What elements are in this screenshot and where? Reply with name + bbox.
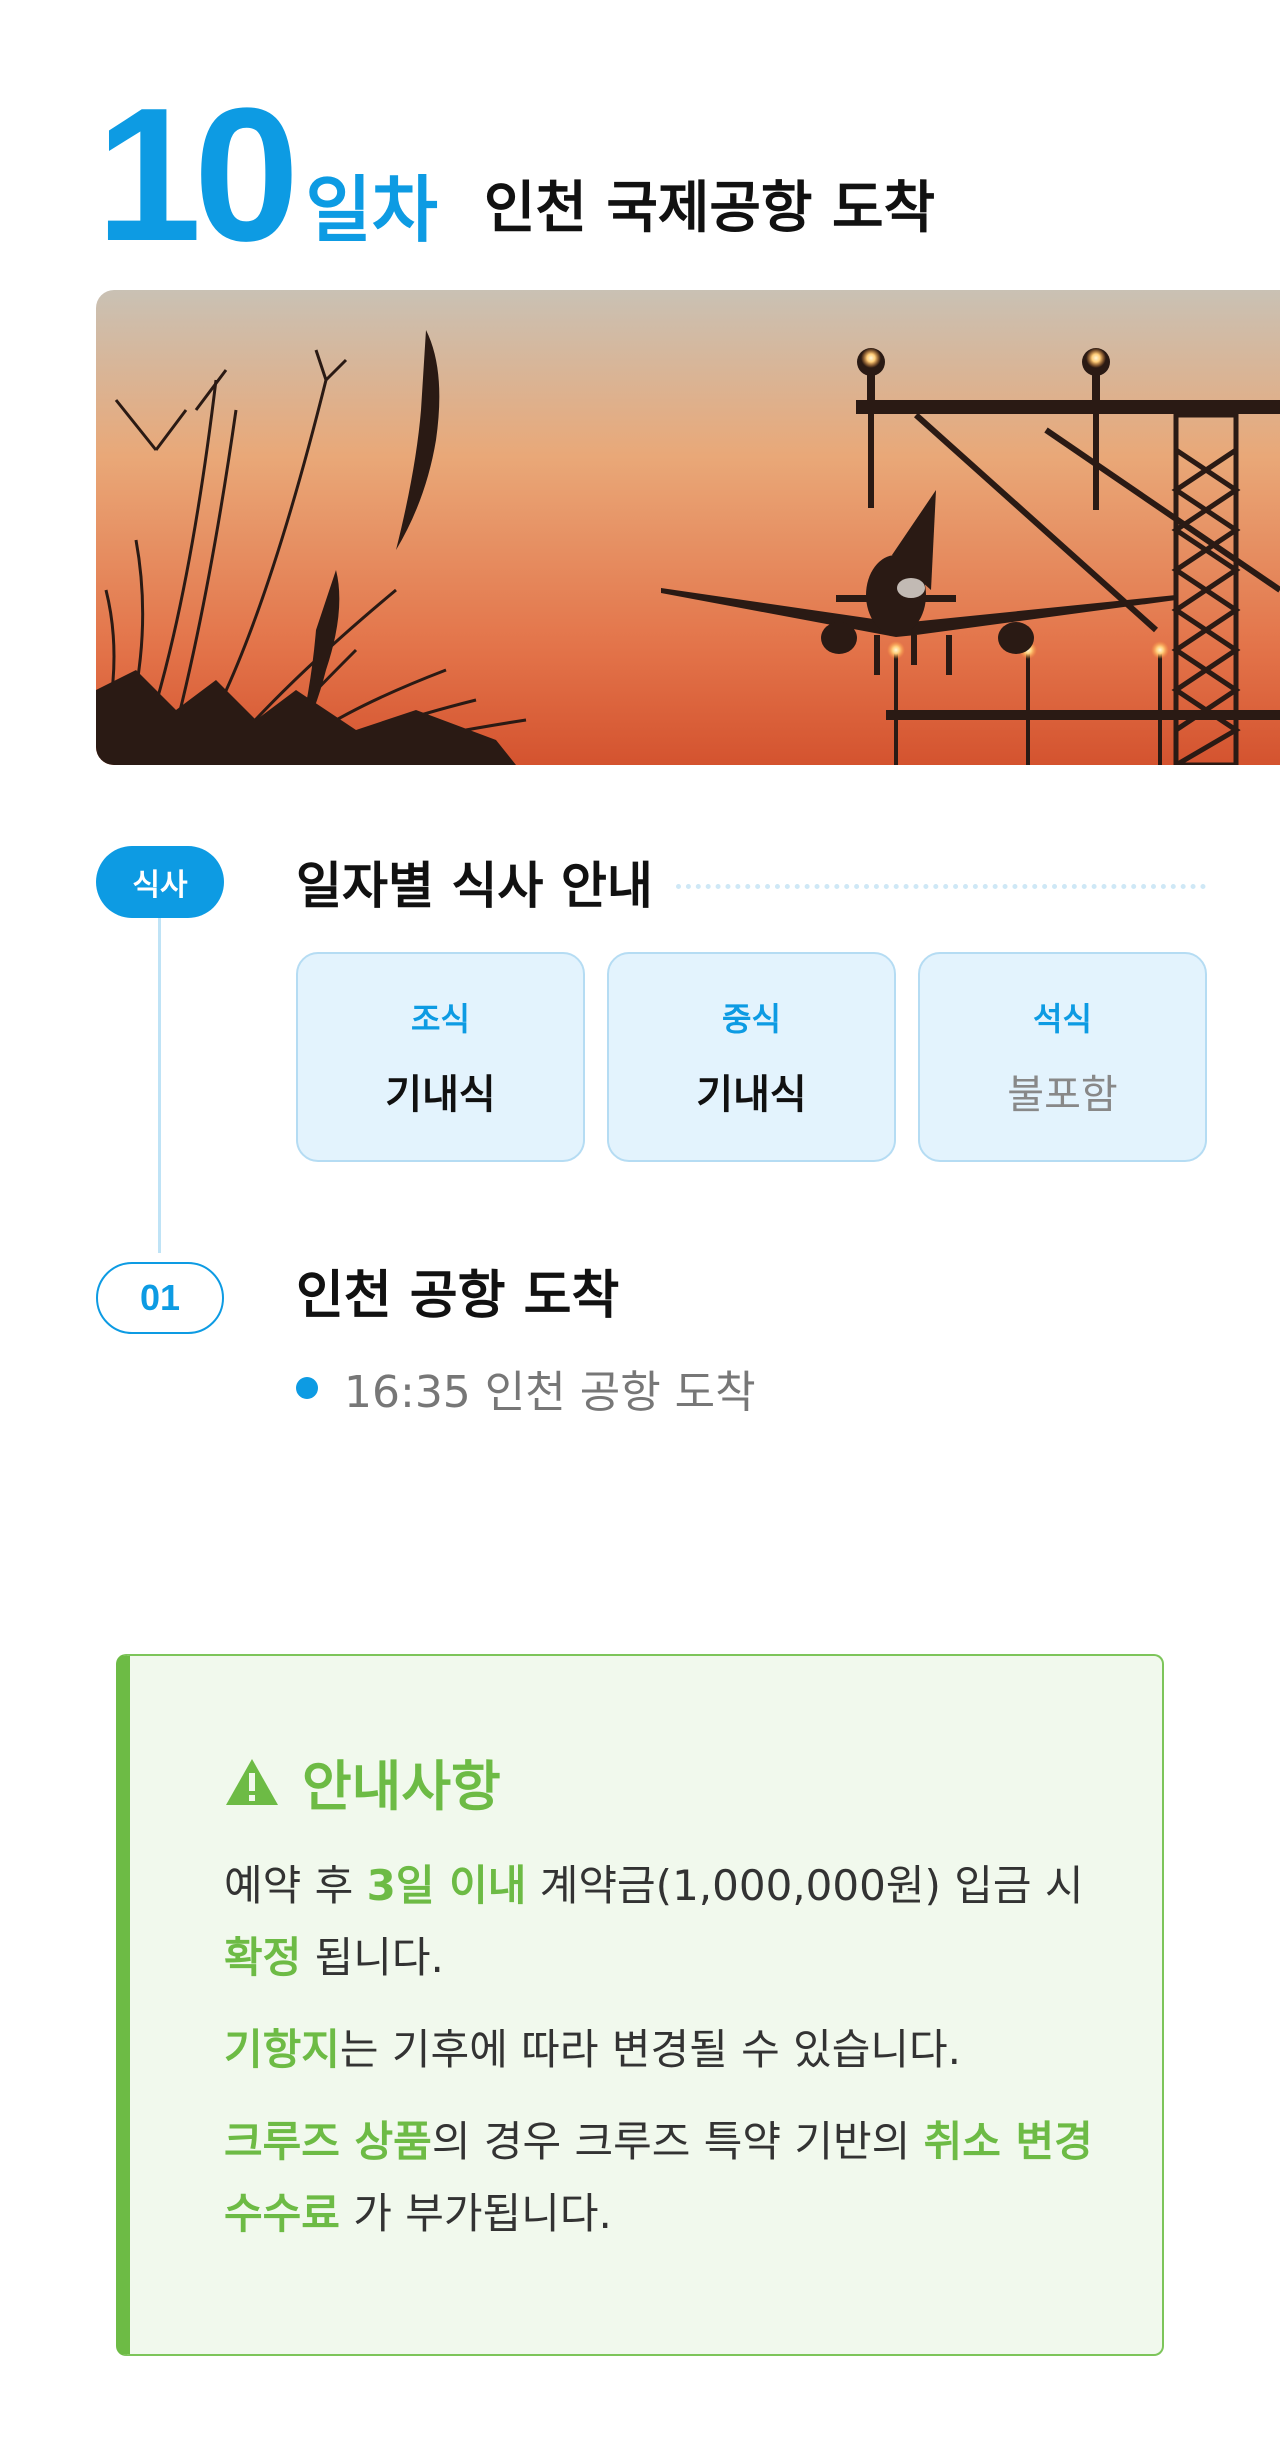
meal-kind: 조식 [411, 1000, 470, 1038]
notice-paragraph: 기항지는 기후에 따라 변경될 수 있습니다. [224, 2014, 1124, 2086]
notice-highlight: 3일 이내 [366, 1861, 527, 1910]
meal-badge: 식사 [96, 846, 224, 918]
day-header: 10 일차 인천 국제공항 도착 [96, 69, 935, 281]
notice-highlight: 기항지 [224, 2025, 340, 2074]
meal-heading: 일자별 식사 안내 [296, 857, 653, 915]
notice-text: 는 기후에 따라 변경될 수 있습니다. [339, 2025, 961, 2074]
notice-body: 예약 후 3일 이내 계약금(1,000,000원) 입금 시 확정 됩니다. … [224, 1850, 1124, 2270]
schedule-item: 16:35 인천 공항 도착 [296, 1356, 756, 1420]
notice-text: 가 부가됩니다. [339, 2189, 612, 2238]
meal-value: 기내식 [385, 1072, 496, 1118]
meal-value: 기내식 [696, 1072, 807, 1118]
meal-card-lunch: 중식 기내식 [607, 952, 896, 1162]
notice-paragraph: 크루즈 상품의 경우 크루즈 특약 기반의 취소 변경 수수료 가 부가됩니다. [224, 2106, 1124, 2250]
notice-text: 계약금(1,000,000원) 입금 시 [526, 1861, 1084, 1910]
notice-text: 됩니다. [301, 1933, 444, 1982]
dotted-divider [676, 884, 1206, 889]
notice-title-text: 안내사항 [302, 1755, 501, 1818]
meal-kind: 중식 [722, 1000, 781, 1038]
step-title: 인천 공항 도착 [296, 1266, 620, 1326]
meal-cards: 조식 기내식 중식 기내식 석식 불포함 [296, 952, 1207, 1162]
airplane-landing-image [96, 290, 1280, 765]
notice-box: 안내사항 예약 후 3일 이내 계약금(1,000,000원) 입금 시 확정 … [116, 1654, 1164, 2356]
notice-highlight: 크루즈 상품 [224, 2117, 432, 2166]
hero-image [96, 290, 1280, 765]
day-number: 10 [96, 69, 299, 281]
notice-text: 예약 후 [224, 1861, 367, 1910]
day-title: 인천 국제공항 도착 [483, 176, 935, 241]
warning-icon [226, 1758, 278, 1805]
notice-highlight: 확정 [224, 1933, 302, 1982]
notice-text: 의 경우 크루즈 특약 기반의 [431, 2117, 924, 2166]
day-unit: 일차 [305, 168, 438, 252]
meal-card-dinner: 석식 불포함 [918, 952, 1207, 1162]
bullet-dot [296, 1377, 318, 1399]
schedule-item-text: 16:35 인천 공항 도착 [344, 1367, 756, 1418]
meal-kind: 석식 [1033, 1000, 1092, 1038]
notice-paragraph: 예약 후 3일 이내 계약금(1,000,000원) 입금 시 확정 됩니다. [224, 1850, 1124, 1994]
timeline-connector [158, 918, 161, 1253]
notice-title: 안내사항 [224, 1742, 501, 1821]
step-number-badge: 01 [96, 1262, 224, 1334]
meal-value: 불포함 [1007, 1072, 1118, 1118]
meal-card-breakfast: 조식 기내식 [296, 952, 585, 1162]
